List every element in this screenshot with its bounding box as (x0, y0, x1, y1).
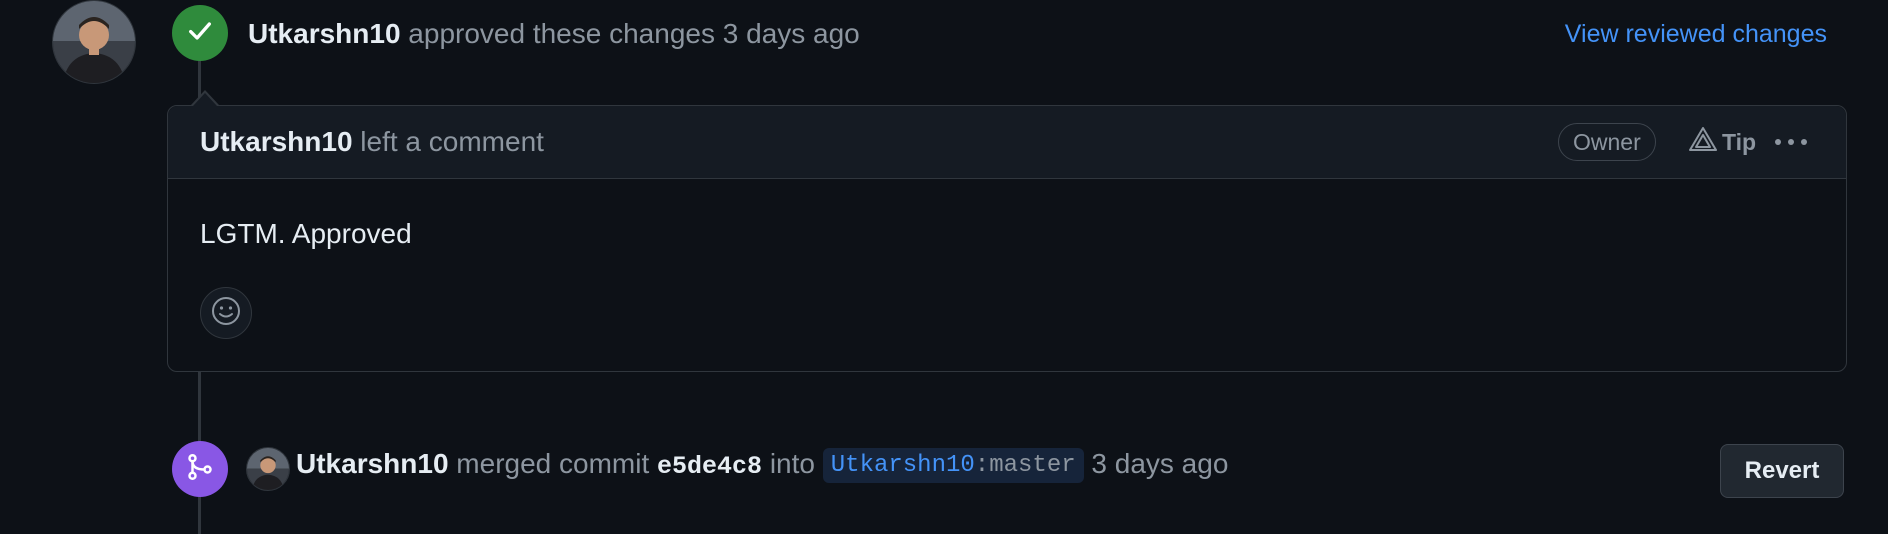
view-reviewed-changes-link[interactable]: View reviewed changes (1565, 20, 1827, 49)
add-reaction-button[interactable] (200, 287, 252, 339)
reviewer-avatar[interactable] (52, 0, 136, 84)
merge-time[interactable]: 3 days ago (1091, 448, 1228, 479)
tip-label: Tip (1722, 128, 1757, 155)
merged-badge (172, 441, 228, 497)
kebab-horizontal-icon[interactable] (1773, 128, 1809, 156)
approved-badge (172, 5, 228, 61)
review-action-text: approved these changes (408, 18, 715, 49)
comment-author-link[interactable]: Utkarshn10 (200, 126, 353, 157)
merger-avatar[interactable] (246, 447, 290, 491)
owner-badge: Owner (1558, 123, 1656, 161)
merge-action-text: merged commit (456, 448, 650, 479)
branch-name: master (989, 452, 1076, 479)
commit-sha-link[interactable]: e5de4c8 (657, 452, 762, 481)
pr-timeline: Utkarshn10 approved these changes 3 days… (0, 0, 1888, 534)
comment-title: Utkarshn10 left a comment (200, 126, 544, 158)
copilot-triangle-icon (1688, 126, 1718, 158)
check-icon (186, 17, 214, 50)
comment-body: LGTM. Approved (200, 218, 412, 249)
review-comment: Utkarshn10 left a comment Owner Tip LGTM… (167, 105, 1847, 372)
branch-owner: Utkarshn10 (830, 452, 975, 479)
tip-button[interactable]: Tip (1688, 126, 1756, 158)
branch-separator: : (974, 452, 990, 479)
review-author-link[interactable]: Utkarshn10 (248, 18, 401, 49)
timeline-line (198, 370, 201, 442)
git-merge-icon (185, 452, 215, 487)
merge-into-text: into (769, 448, 815, 479)
review-time[interactable]: 3 days ago (723, 18, 860, 49)
smiley-icon (210, 295, 242, 332)
comment-pointer-fill (193, 93, 217, 106)
review-event: Utkarshn10 approved these changes 3 days… (248, 18, 860, 50)
merge-event: Utkarshn10 merged commit e5de4c8 into Ut… (296, 448, 1228, 483)
comment-action-text: left a comment (360, 126, 544, 157)
comment-header: Utkarshn10 left a comment Owner Tip (168, 106, 1846, 179)
revert-button[interactable]: Revert (1720, 444, 1844, 498)
target-branch-label[interactable]: Utkarshn10:master (822, 448, 1084, 483)
timeline-line (198, 496, 201, 534)
merge-author-link[interactable]: Utkarshn10 (296, 448, 449, 479)
